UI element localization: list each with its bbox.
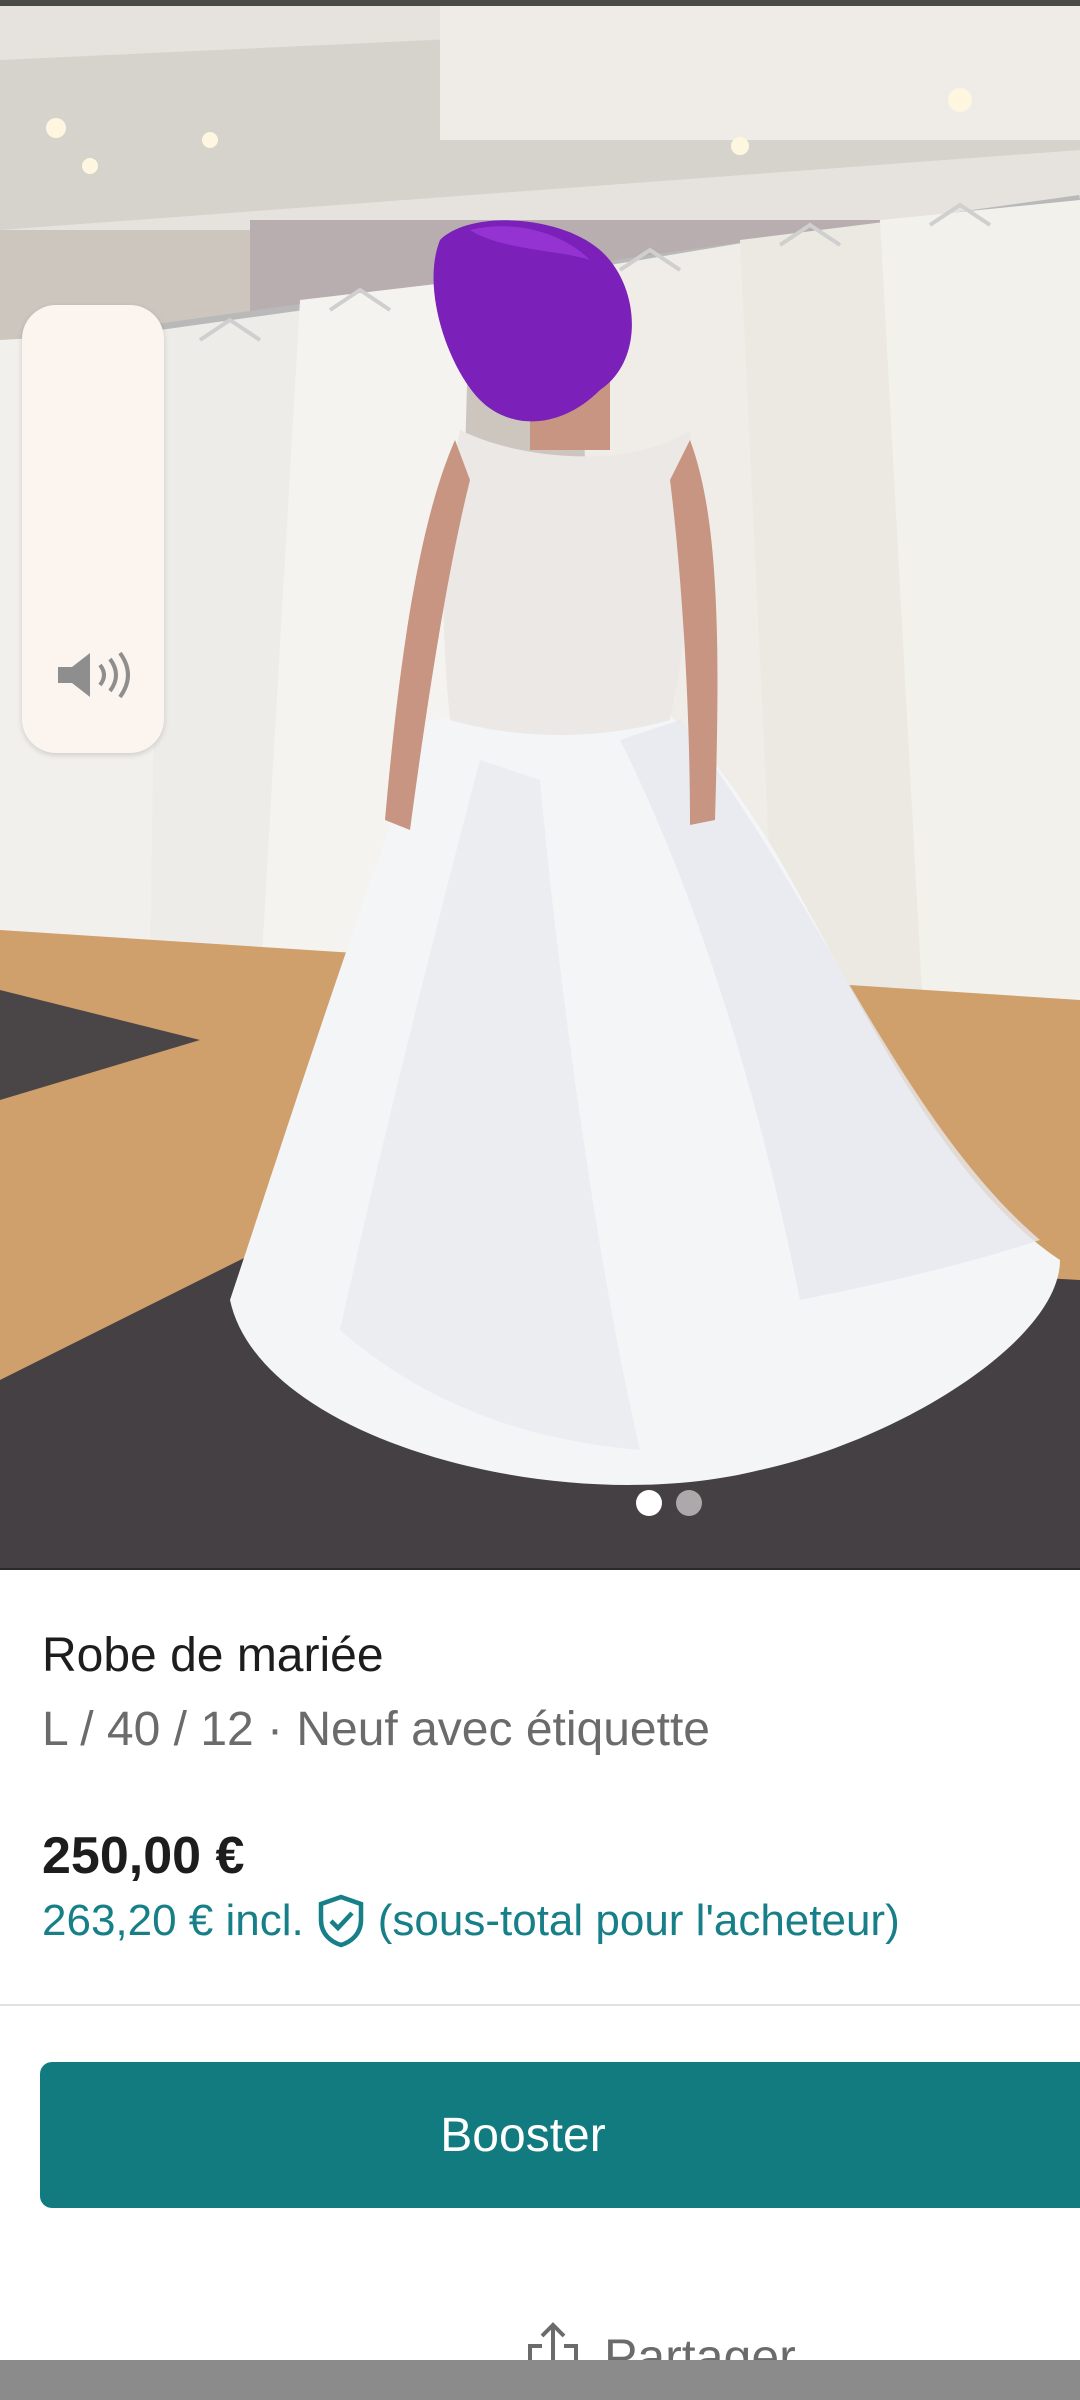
divider — [0, 2004, 1080, 2006]
volume-slider[interactable] — [22, 305, 164, 753]
buyer-price-row[interactable]: 263,20 € incl. (sous-total pour l'achete… — [42, 1894, 900, 1948]
gallery-pagination — [636, 1490, 702, 1516]
status-bar-edge — [0, 0, 1080, 6]
shield-check-icon[interactable] — [316, 1894, 366, 1948]
price-incl-note: (sous-total pour l'acheteur) — [377, 1896, 900, 1945]
product-details: L / 40 / 12 · Neuf avec étiquette — [42, 1703, 710, 1756]
speaker-icon[interactable] — [52, 645, 136, 705]
gallery-dot-1[interactable] — [636, 1490, 662, 1516]
product-title: Robe de mariée — [42, 1629, 384, 1682]
wedding-dress-photo — [0, 0, 1080, 1568]
bottom-bar — [0, 2360, 1080, 2400]
booster-button[interactable]: Booster — [40, 2062, 1080, 2208]
product-price: 250,00 € — [42, 1827, 245, 1885]
product-photo[interactable] — [0, 0, 1080, 1570]
gallery-dot-2[interactable] — [676, 1490, 702, 1516]
product-screen: Robe de mariée L / 40 / 12 · Neuf avec é… — [0, 0, 1080, 2400]
price-incl-text: 263,20 € incl. — [42, 1896, 304, 1945]
